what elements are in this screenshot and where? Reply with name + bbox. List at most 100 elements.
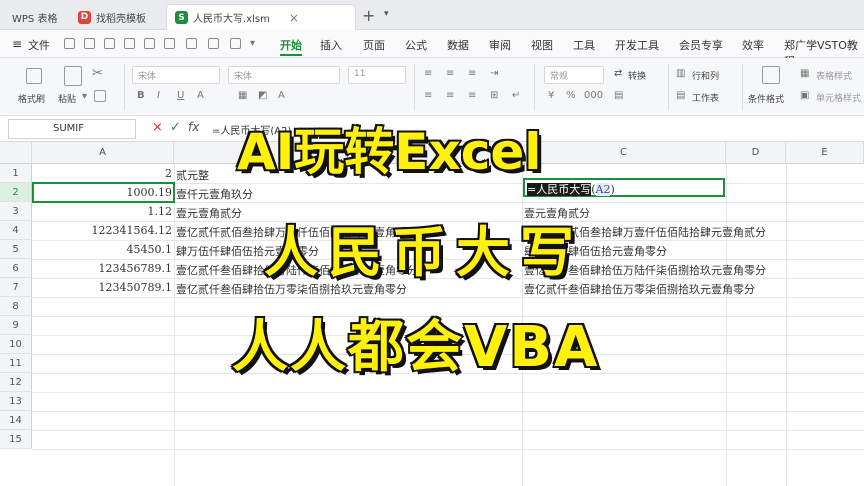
row-header[interactable]: 3 <box>0 202 32 221</box>
copy-icon[interactable] <box>94 90 106 102</box>
column-header-e[interactable]: E <box>786 142 864 164</box>
share-icon[interactable] <box>186 38 197 49</box>
row-header[interactable]: 13 <box>0 392 32 411</box>
currency-icon[interactable]: ¥ <box>548 90 554 101</box>
cell-a[interactable]: 122341564.12 <box>34 224 172 237</box>
merge-icon[interactable]: ⊞ <box>490 90 498 101</box>
format-painter-label[interactable]: 格式刷 <box>18 92 45 105</box>
row-header[interactable]: 8 <box>0 297 32 316</box>
row-header[interactable]: 14 <box>0 411 32 430</box>
fill-icon[interactable]: ▤ <box>614 90 623 101</box>
active-cell-editor[interactable]: =人民币大写(A2) <box>523 178 725 197</box>
row-header[interactable]: 9 <box>0 316 32 335</box>
row-header[interactable]: 7 <box>0 278 32 297</box>
menu-efficiency[interactable]: 效率 <box>742 37 764 53</box>
row-header[interactable]: 1 <box>0 164 32 183</box>
cancel-icon[interactable]: × <box>152 120 163 135</box>
table-style-label[interactable]: 表格样式 <box>816 69 852 82</box>
menu-file[interactable]: 文件 <box>28 37 50 53</box>
align-left-icon[interactable]: ≡ <box>424 90 432 101</box>
cell-a[interactable]: 123450789.1 <box>34 281 172 294</box>
paste-icon[interactable] <box>64 66 82 86</box>
font-name-select[interactable]: 宋体 <box>132 66 220 84</box>
column-header-a[interactable]: A <box>32 142 174 164</box>
font-size-select[interactable]: 11 <box>348 66 406 84</box>
hamburger-icon[interactable]: ≡ <box>12 37 22 51</box>
align-middle-icon[interactable]: ≡ <box>446 68 454 79</box>
number-format-select[interactable]: 常规 <box>544 66 604 84</box>
cell-a[interactable]: 1.12 <box>34 205 173 218</box>
align-bottom-icon[interactable]: ≡ <box>468 68 476 79</box>
menu-data[interactable]: 数据 <box>447 37 469 53</box>
format-painter-icon[interactable] <box>26 68 42 84</box>
chevron-down-icon[interactable]: ▾ <box>384 9 389 19</box>
table-style-icon[interactable]: ▦ <box>800 68 809 79</box>
row-header[interactable]: 6 <box>0 259 32 278</box>
save-icon[interactable] <box>64 38 75 49</box>
cut-icon[interactable]: ✂ <box>92 66 103 81</box>
row-header[interactable]: 12 <box>0 373 32 392</box>
row-col-label[interactable]: 行和列 <box>692 69 719 82</box>
add-tab-icon[interactable]: + <box>362 6 375 25</box>
row-col-icon[interactable]: ▥ <box>676 68 685 79</box>
conditional-format-icon[interactable] <box>762 66 780 84</box>
menu-home[interactable]: 开始 <box>280 37 302 53</box>
filter-icon[interactable] <box>230 38 241 49</box>
cell-style-label[interactable]: 单元格样式 <box>816 91 861 104</box>
insert-function-icon[interactable]: fx <box>188 120 199 134</box>
menu-view[interactable]: 视图 <box>531 37 553 53</box>
menu-developer[interactable]: 开发工具 <box>615 37 659 53</box>
convert-icon[interactable]: ⇄ <box>614 68 622 79</box>
menu-member[interactable]: 会员专享 <box>679 37 723 53</box>
column-header-c[interactable]: C <box>522 142 726 164</box>
font-family-select[interactable]: 宋体 <box>228 66 340 84</box>
selected-cell-a2[interactable] <box>32 182 175 203</box>
paste-dropdown-icon[interactable]: ▾ <box>82 91 87 102</box>
cell-b[interactable]: 壹仟元壹角玖分 <box>176 186 522 202</box>
confirm-icon[interactable]: ✓ <box>170 120 181 135</box>
row-header[interactable]: 2 <box>0 183 32 202</box>
strikethrough-icon[interactable]: A <box>197 90 204 101</box>
conditional-format-label[interactable]: 条件格式 <box>748 92 784 105</box>
align-top-icon[interactable]: ≡ <box>424 68 432 79</box>
cell-a[interactable]: 2 <box>34 167 172 180</box>
paste-label[interactable]: 粘贴 <box>58 92 76 105</box>
thousands-icon[interactable]: 000 <box>584 90 603 101</box>
tab-wps-home[interactable]: WPS 表格 <box>4 4 65 30</box>
export-pdf-icon[interactable] <box>84 38 95 49</box>
menu-page[interactable]: 页面 <box>363 37 385 53</box>
font-color-icon[interactable]: A <box>278 90 285 101</box>
indent-icon[interactable]: ⇥ <box>490 68 498 79</box>
menu-tools[interactable]: 工具 <box>573 37 595 53</box>
wrap-text-icon[interactable]: ↵ <box>512 90 520 101</box>
column-header-d[interactable]: D <box>726 142 786 164</box>
tab-file[interactable]: S 人民币大写.xlsm × <box>166 4 356 30</box>
italic-icon[interactable]: I <box>157 90 160 101</box>
print-icon[interactable] <box>104 38 115 49</box>
row-header[interactable]: 10 <box>0 335 32 354</box>
preview-icon[interactable] <box>124 38 135 49</box>
menu-formula[interactable]: 公式 <box>405 37 427 53</box>
name-box[interactable]: SUMIF <box>8 119 136 139</box>
more-quick-access-icon[interactable]: ▾ <box>250 38 255 49</box>
cell-a[interactable]: 45450.1 <box>34 243 173 256</box>
row-header[interactable]: 5 <box>0 240 32 259</box>
border-icon[interactable]: ▦ <box>238 90 247 101</box>
underline-icon[interactable]: U <box>177 90 184 101</box>
menu-insert[interactable]: 插入 <box>320 37 342 53</box>
convert-label[interactable]: 转换 <box>628 69 646 82</box>
close-icon[interactable]: × <box>289 11 299 25</box>
cell-a[interactable]: 123456789.1 <box>34 262 172 275</box>
select-all-corner[interactable] <box>0 142 32 164</box>
percent-icon[interactable]: % <box>566 90 576 101</box>
tab-template[interactable]: D 找稻壳模板 <box>70 4 154 30</box>
sort-icon[interactable] <box>208 38 219 49</box>
align-right-icon[interactable]: ≡ <box>468 90 476 101</box>
align-center-icon[interactable]: ≡ <box>446 90 454 101</box>
fill-color-icon[interactable]: ◩ <box>258 90 267 101</box>
worksheet-label[interactable]: 工作表 <box>692 91 719 104</box>
row-header[interactable]: 4 <box>0 221 32 240</box>
cell-style-icon[interactable]: ▣ <box>800 90 809 101</box>
row-header[interactable]: 15 <box>0 430 32 449</box>
worksheet-icon[interactable]: ▤ <box>676 90 685 101</box>
